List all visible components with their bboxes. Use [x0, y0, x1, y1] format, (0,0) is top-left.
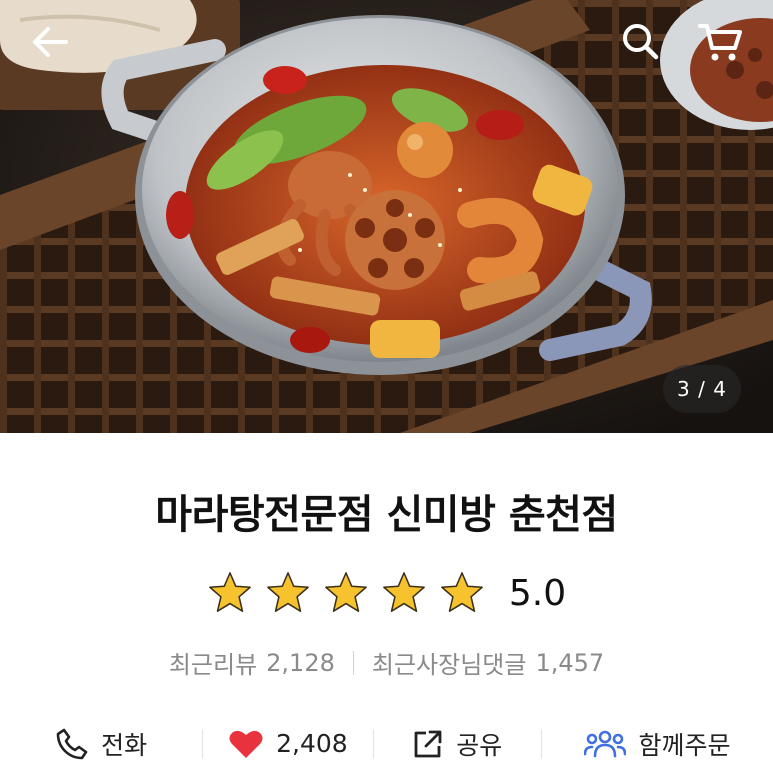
share-icon [414, 730, 442, 757]
star-icon [266, 572, 309, 612]
gallery-page-indicator: 3 / 4 [663, 365, 741, 413]
share-label: 공유 [456, 730, 503, 760]
rating-row: 5.0 [0, 568, 773, 618]
share-button[interactable]: 공유 [374, 714, 541, 773]
recent-reviews-count[interactable]: 2,128 [266, 649, 335, 677]
search-icon [623, 24, 659, 60]
group-order-label: 함께주문 [638, 730, 731, 760]
group-order-button[interactable]: 함께주문 [542, 714, 773, 773]
phone-icon [56, 728, 88, 759]
star-icon [382, 572, 425, 612]
store-detail-page: 3 / 4 마라탕전문점 신미방 춘천점 5.0 최근리뷰 2,128 최근사장… [0, 0, 773, 773]
heart-icon [229, 730, 263, 758]
cart-icon [698, 24, 742, 61]
store-name: 마라탕전문점 신미방 춘천점 [155, 492, 618, 538]
call-label: 전화 [101, 730, 148, 760]
star-icon [440, 572, 483, 612]
recent-reviews-label[interactable]: 최근리뷰 [169, 645, 257, 680]
rating-score: 5.0 [508, 572, 567, 614]
counts-divider [352, 650, 354, 675]
call-button[interactable]: 전화 [0, 714, 202, 773]
store-photo-gallery[interactable]: 3 / 4 [0, 0, 773, 433]
owner-replies-label[interactable]: 최근사장님댓글 [372, 645, 527, 680]
like-button[interactable]: 2,408 [203, 714, 372, 773]
owner-replies-count[interactable]: 1,457 [535, 649, 604, 677]
search-button[interactable] [612, 16, 668, 66]
group-icon [584, 730, 627, 757]
review-counts: 최근리뷰 2,128 최근사장님댓글 1,457 [0, 645, 773, 680]
like-count: 2,408 [276, 729, 348, 758]
back-button[interactable] [22, 20, 78, 64]
arrow-left-icon [33, 27, 68, 57]
star-rating [207, 570, 497, 616]
star-icon [208, 572, 251, 612]
store-action-bar: 전화 2,408 공유 함께주문 [0, 714, 773, 773]
cart-button[interactable] [690, 16, 752, 68]
star-icon [324, 572, 367, 612]
